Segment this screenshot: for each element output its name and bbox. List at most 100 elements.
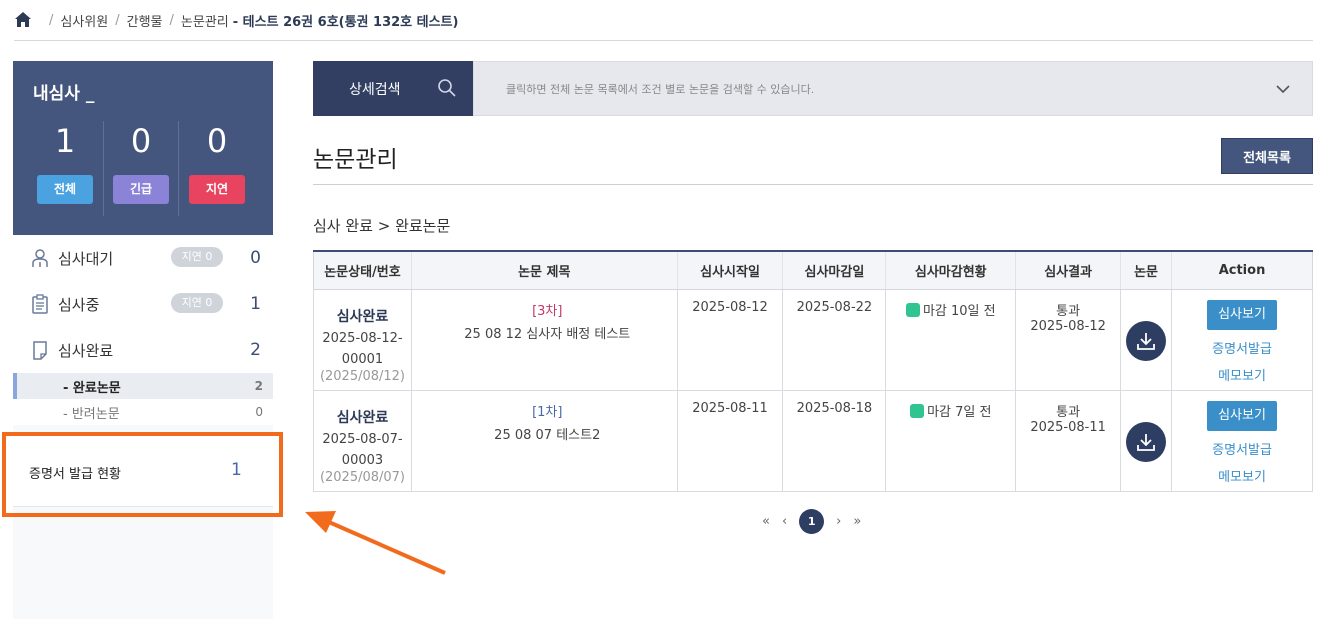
deadline-cell: 마감 10일 전 <box>885 288 1017 391</box>
section-label: 심사 완료 > 완료논문 <box>313 217 451 235</box>
sidebar-item-waiting[interactable]: 심사대기 지연 0 0 <box>13 235 273 281</box>
document-icon <box>31 340 49 360</box>
stat-delayed: 0 지연 <box>179 121 255 204</box>
result-date: 2025-08-12 <box>1030 318 1106 334</box>
column-header: 심사마감현황 <box>885 250 1016 290</box>
detail-search-label: 상세검색 <box>349 81 401 98</box>
breadcrumb-item[interactable]: 논문관리 <box>181 11 229 30</box>
breadcrumb-item[interactable]: 간행물 <box>127 11 163 30</box>
view-memo-link[interactable]: 메모보기 <box>1172 466 1312 485</box>
download-icon[interactable] <box>1126 421 1167 462</box>
sidebar-item-count: 2 <box>250 340 261 360</box>
stat-delayed-button[interactable]: 지연 <box>189 175 245 204</box>
table-row: 심사완료 2025-08-12- 00001 (2025/08/12) [3차]… <box>313 288 1313 391</box>
current-page-button[interactable]: 1 <box>799 509 825 534</box>
search-input[interactable]: 클릭하면 전체 논문 목록에서 조건 별로 논문을 검색할 수 있습니다. <box>473 61 1313 116</box>
status-label: 심사완료 <box>336 409 389 426</box>
all-list-button[interactable]: 전체목록 <box>1221 138 1313 174</box>
sidebar-item-completed[interactable]: 심사완료 2 <box>13 327 273 373</box>
column-header: 심사마감일 <box>782 250 886 290</box>
download-icon[interactable] <box>1126 320 1167 361</box>
sidebar-item-count: 1 <box>250 294 261 314</box>
title-cell: [1차] 25 08 07 테스트2 <box>410 389 678 492</box>
search-placeholder: 클릭하면 전체 논문 목록에서 조건 별로 논문을 검색할 수 있습니다. <box>506 82 815 96</box>
prev-page-button[interactable]: ‹ <box>782 514 787 529</box>
paper-number: 2025-08-12- <box>322 330 403 346</box>
column-header: 논문 <box>1120 250 1172 290</box>
search-bar: 상세검색 클릭하면 전체 논문 목록에서 조건 별로 논문을 검색할 수 있습니… <box>313 61 1313 116</box>
review-round: [1차] <box>532 404 563 420</box>
breadcrumb-item[interactable]: 심사위원 <box>60 11 108 30</box>
next-page-button[interactable]: › <box>836 514 841 529</box>
stat-urgent-count: 0 <box>130 122 152 160</box>
stat-total: 1 전체 <box>27 121 103 204</box>
view-review-button[interactable]: 심사보기 <box>1207 299 1278 330</box>
column-header: 논문 제목 <box>410 250 678 290</box>
paper-title[interactable]: 25 08 07 테스트2 <box>418 424 677 443</box>
end-date: 2025-08-18 <box>782 389 887 492</box>
sidebar-subitem-count: 2 <box>254 379 263 393</box>
result-date: 2025-08-11 <box>1030 419 1106 435</box>
highlight-box <box>2 432 283 517</box>
result-cell: 통과 2025-08-12 <box>1015 288 1122 391</box>
divider <box>14 40 1313 41</box>
breadcrumb-current: - 테스트 26권 6호(통권 132호 테스트) <box>232 14 459 30</box>
last-page-button[interactable]: » <box>853 514 861 529</box>
breadcrumb: / 심사위원 / 간행물 / 논문관리 - 테스트 26권 6호(통권 132호… <box>0 0 1341 40</box>
sidebar-item-label: 심사대기 <box>58 249 114 268</box>
person-icon <box>31 248 49 268</box>
column-header: 심사시작일 <box>676 250 783 290</box>
issue-certificate-link[interactable]: 증명서발급 <box>1172 439 1312 458</box>
clipboard-icon <box>31 294 49 314</box>
table-row: 심사완료 2025-08-07- 00003 (2025/08/07) [1차]… <box>313 389 1313 492</box>
review-result: 통과 <box>1056 303 1081 319</box>
paper-number: 2025-08-07- <box>322 431 403 447</box>
title-cell: [3차] 25 08 12 심사자 배정 테스트 <box>410 288 678 391</box>
status-label: 심사완료 <box>336 308 389 325</box>
view-review-button[interactable]: 심사보기 <box>1207 400 1278 431</box>
breadcrumb-separator: / <box>169 12 174 28</box>
sidebar: 내심사 _ 1 전체 0 긴급 0 지연 심사대기 지연 0 0 심사중 지연 … <box>13 61 273 619</box>
sidebar-subitem-label: - 반려논문 <box>63 406 120 422</box>
sidebar-item-label: 심사완료 <box>58 341 114 360</box>
sidebar-subitem-completed-papers[interactable]: - 완료논문 2 <box>13 373 273 399</box>
first-page-button[interactable]: « <box>762 514 770 529</box>
my-review-summary: 내심사 _ 1 전체 0 긴급 0 지연 <box>13 61 273 235</box>
arrow-annotation <box>305 511 446 575</box>
sidebar-item-count: 0 <box>250 248 261 268</box>
view-memo-link[interactable]: 메모보기 <box>1172 365 1312 384</box>
paper-cell <box>1120 389 1173 492</box>
column-header: Action <box>1171 250 1313 290</box>
page-title: 논문관리 <box>313 147 398 173</box>
submission-date: (2025/08/07) <box>319 469 406 485</box>
delay-badge: 지연 0 <box>171 293 223 313</box>
stat-urgent-button[interactable]: 긴급 <box>113 175 169 204</box>
paper-title[interactable]: 25 08 12 심사자 배정 테스트 <box>418 323 677 342</box>
action-cell: 심사보기 증명서발급 메모보기 <box>1171 389 1313 492</box>
divider <box>313 184 1313 185</box>
issue-certificate-link[interactable]: 증명서발급 <box>1172 338 1312 357</box>
home-icon[interactable] <box>14 11 32 29</box>
sidebar-item-label: 심사중 <box>58 295 100 314</box>
chevron-down-icon[interactable] <box>1274 80 1292 98</box>
paper-cell <box>1120 288 1173 391</box>
stat-urgent: 0 긴급 <box>103 121 179 204</box>
action-cell: 심사보기 증명서발급 메모보기 <box>1171 288 1313 391</box>
status-cell: 심사완료 2025-08-12- 00001 (2025/08/12) <box>313 288 412 391</box>
review-result: 통과 <box>1056 404 1081 420</box>
status-cell: 심사완료 2025-08-07- 00003 (2025/08/07) <box>313 389 412 492</box>
breadcrumb-separator: / <box>115 12 120 28</box>
submission-date: (2025/08/12) <box>319 368 406 384</box>
paper-number-suffix: 00003 <box>341 452 384 468</box>
stat-total-button[interactable]: 전체 <box>37 175 93 204</box>
start-date: 2025-08-12 <box>676 288 784 391</box>
detail-search-button[interactable]: 상세검색 <box>313 61 473 116</box>
status-dot-icon <box>905 302 920 317</box>
result-cell: 통과 2025-08-11 <box>1015 389 1122 492</box>
stat-delayed-count: 0 <box>206 122 228 160</box>
start-date: 2025-08-11 <box>676 389 784 492</box>
deadline-cell: 마감 7일 전 <box>885 389 1017 492</box>
column-header: 심사결과 <box>1015 250 1121 290</box>
sidebar-subitem-rejected-papers[interactable]: - 반려논문 0 <box>13 399 273 425</box>
sidebar-item-in-review[interactable]: 심사중 지연 0 1 <box>13 281 273 327</box>
